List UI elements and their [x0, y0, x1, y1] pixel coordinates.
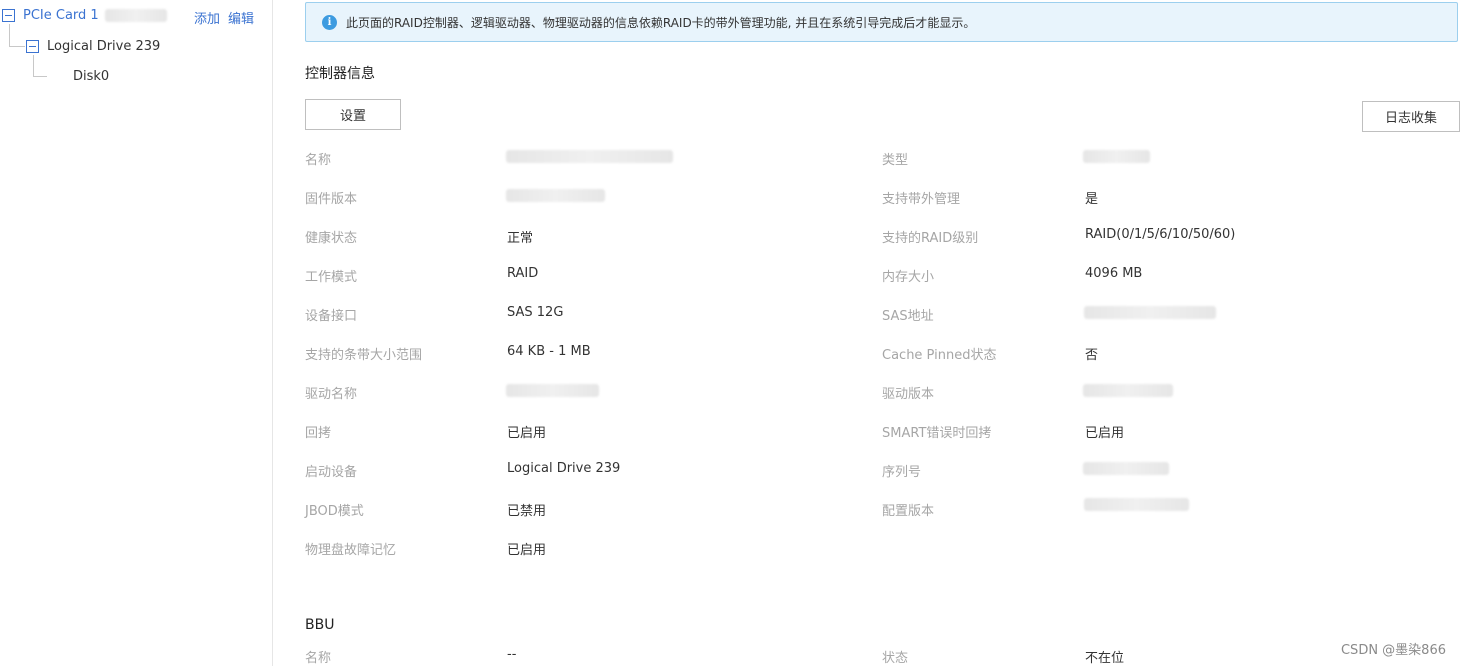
- field-value-fault-memory: 已启用: [507, 543, 547, 558]
- field-value-smart-copyback: 已启用: [1085, 426, 1125, 441]
- redacted-value: [1083, 150, 1150, 163]
- field-label-bbu-status: 状态: [882, 651, 909, 666]
- field-label-work-mode: 工作模式: [305, 270, 358, 285]
- info-notice: i 此页面的RAID控制器、逻辑驱动器、物理驱动器的信息依赖RAID卡的带外管理…: [305, 2, 1458, 42]
- field-value-interface: SAS 12G: [507, 305, 564, 320]
- field-label-cache-pinned: Cache Pinned状态: [882, 348, 997, 363]
- field-label-boot-device: 启动设备: [305, 465, 358, 480]
- tree-node-label[interactable]: PCIe Card 1: [23, 8, 99, 23]
- settings-button[interactable]: 设置: [305, 99, 401, 130]
- field-label-memory: 内存大小: [882, 270, 935, 285]
- field-label-smart-copyback: SMART错误时回拷: [882, 426, 992, 441]
- field-label-jbod: JBOD模式: [305, 504, 364, 519]
- field-value-jbod: 已禁用: [507, 504, 547, 519]
- collapse-icon[interactable]: [26, 40, 39, 53]
- log-collect-button[interactable]: 日志收集: [1362, 101, 1460, 132]
- field-label-health: 健康状态: [305, 231, 358, 246]
- field-label-firmware: 固件版本: [305, 192, 358, 207]
- field-label-type: 类型: [882, 153, 909, 168]
- tree-node-label[interactable]: Disk0: [73, 69, 109, 84]
- add-link[interactable]: 添加: [194, 8, 220, 27]
- field-label-name: 名称: [305, 153, 332, 168]
- field-value-raid-levels: RAID(0/1/5/6/10/50/60): [1085, 227, 1236, 242]
- field-value-stripe-range: 64 KB - 1 MB: [507, 344, 591, 359]
- field-value-bbu-name: --: [507, 647, 517, 662]
- field-value-bbu-status: 不在位: [1085, 651, 1125, 666]
- redacted-value: [104, 9, 167, 22]
- watermark: CSDN @墨染866: [1340, 643, 1446, 658]
- device-tree-sidebar: PCIe Card 1 添加 编辑 Logical Drive 239 Disk…: [0, 0, 273, 666]
- field-label-stripe-range: 支持的条带大小范围: [305, 348, 423, 363]
- redacted-value: [506, 384, 599, 397]
- tree-connector: [9, 46, 25, 47]
- controller-info-title: 控制器信息: [305, 66, 375, 82]
- field-label-interface: 设备接口: [305, 309, 358, 324]
- redacted-value: [506, 189, 605, 202]
- tree-connector: [9, 24, 10, 46]
- redacted-value: [506, 150, 673, 163]
- field-label-bbu-name: 名称: [305, 651, 332, 666]
- tree-connector: [33, 76, 47, 77]
- field-label-raid-levels: 支持的RAID级别: [882, 231, 979, 246]
- redacted-value: [1083, 384, 1173, 397]
- tree-connector: [33, 55, 34, 76]
- tree-node-disk[interactable]: Disk0: [73, 69, 109, 84]
- field-label-config-version: 配置版本: [882, 504, 935, 519]
- field-label-sas-address: SAS地址: [882, 309, 934, 324]
- collapse-icon[interactable]: [2, 9, 15, 22]
- field-value-copyback: 已启用: [507, 426, 547, 441]
- tree-node-label[interactable]: Logical Drive 239: [47, 39, 160, 54]
- redacted-value: [1084, 498, 1189, 511]
- field-label-driver-name: 驱动名称: [305, 387, 358, 402]
- field-value-health: 正常: [507, 231, 534, 246]
- field-value-boot-device: Logical Drive 239: [507, 461, 621, 476]
- field-value-work-mode: RAID: [507, 266, 539, 281]
- field-value-oob: 是: [1085, 192, 1099, 207]
- info-icon: i: [322, 14, 337, 30]
- field-label-serial: 序列号: [882, 465, 922, 480]
- field-label-fault-memory: 物理盘故障记忆: [305, 543, 397, 558]
- field-label-oob: 支持带外管理: [882, 192, 961, 207]
- field-value-cache-pinned: 否: [1085, 348, 1099, 363]
- tree-node-pcie-card[interactable]: PCIe Card 1: [2, 8, 167, 23]
- notice-text: 此页面的RAID控制器、逻辑驱动器、物理驱动器的信息依赖RAID卡的带外管理功能…: [346, 15, 976, 30]
- edit-link[interactable]: 编辑: [228, 8, 254, 27]
- redacted-value: [1083, 462, 1169, 475]
- tree-node-logical-drive[interactable]: Logical Drive 239: [26, 39, 160, 54]
- bbu-title: BBU: [305, 617, 335, 633]
- field-value-memory: 4096 MB: [1085, 266, 1143, 281]
- field-label-copyback: 回拷: [305, 426, 332, 441]
- field-label-driver-version: 驱动版本: [882, 387, 935, 402]
- redacted-value: [1084, 306, 1216, 319]
